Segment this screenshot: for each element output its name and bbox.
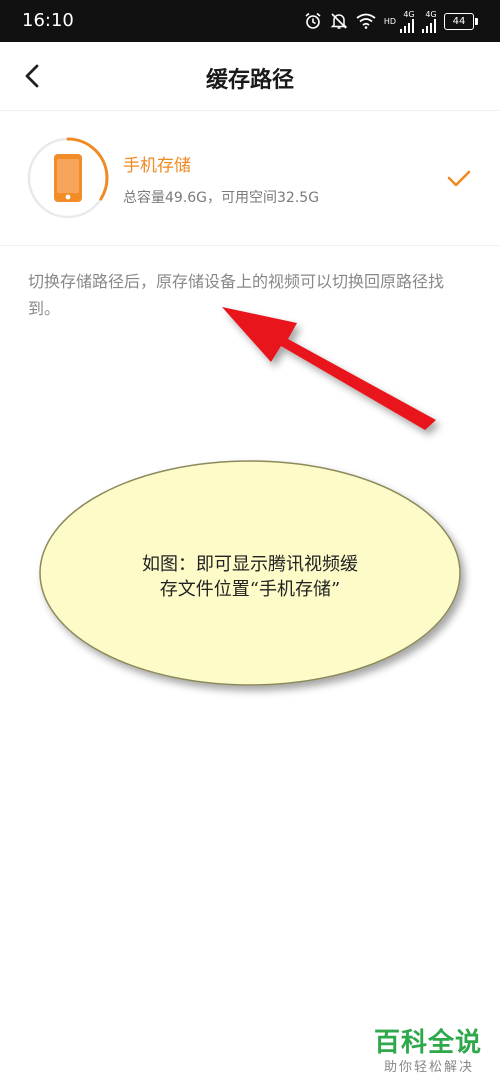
wifi-icon	[356, 13, 376, 29]
status-icons: HD 4G 4G 44	[304, 9, 478, 33]
red-arrow-annotation	[222, 307, 436, 430]
page-title: 缓存路径	[205, 68, 294, 93]
alarm-icon	[305, 12, 321, 29]
phone-icon	[54, 154, 82, 202]
battery-icon: 44	[444, 12, 478, 30]
storage-detail: 总容量49.6G，可用空间32.5G	[123, 190, 320, 206]
signal-1: 4G	[400, 9, 415, 33]
annotation-line-2: 存文件位置“手机存储”	[159, 579, 341, 600]
status-bar: 16:10 HD 4G 4G 44	[0, 0, 500, 42]
storage-name: 手机存储	[123, 156, 191, 176]
watermark-subtitle: 助你轻松解决	[383, 1060, 474, 1075]
storage-switch-notice: 切换存储路径后，原存储设备上的视频可以切换回原路径找到。	[28, 272, 445, 318]
signal-2: 4G	[422, 9, 437, 33]
storage-option-phone[interactable]: 手机存储 总容量49.6G，可用空间32.5G	[0, 111, 500, 246]
nav-bar: 缓存路径	[0, 42, 500, 111]
signal-icon-2	[422, 18, 436, 33]
storage-usage-ring	[27, 137, 109, 219]
network-type-1: 4G	[403, 9, 415, 19]
network-type-2: 4G	[425, 9, 437, 19]
watermark-brand: 百科全说	[373, 1028, 482, 1058]
check-icon	[447, 170, 471, 187]
signal-icon-1	[400, 18, 414, 33]
status-time: 16:10	[22, 10, 74, 31]
annotation-line-1: 如图：即可显示腾讯视频缓	[142, 554, 358, 575]
battery-level: 44	[452, 15, 466, 27]
mute-bell-icon	[330, 13, 348, 29]
hd-label: HD	[383, 16, 396, 26]
annotation-text: 如图：即可显示腾讯视频缓 存文件位置“手机存储”	[100, 552, 400, 602]
